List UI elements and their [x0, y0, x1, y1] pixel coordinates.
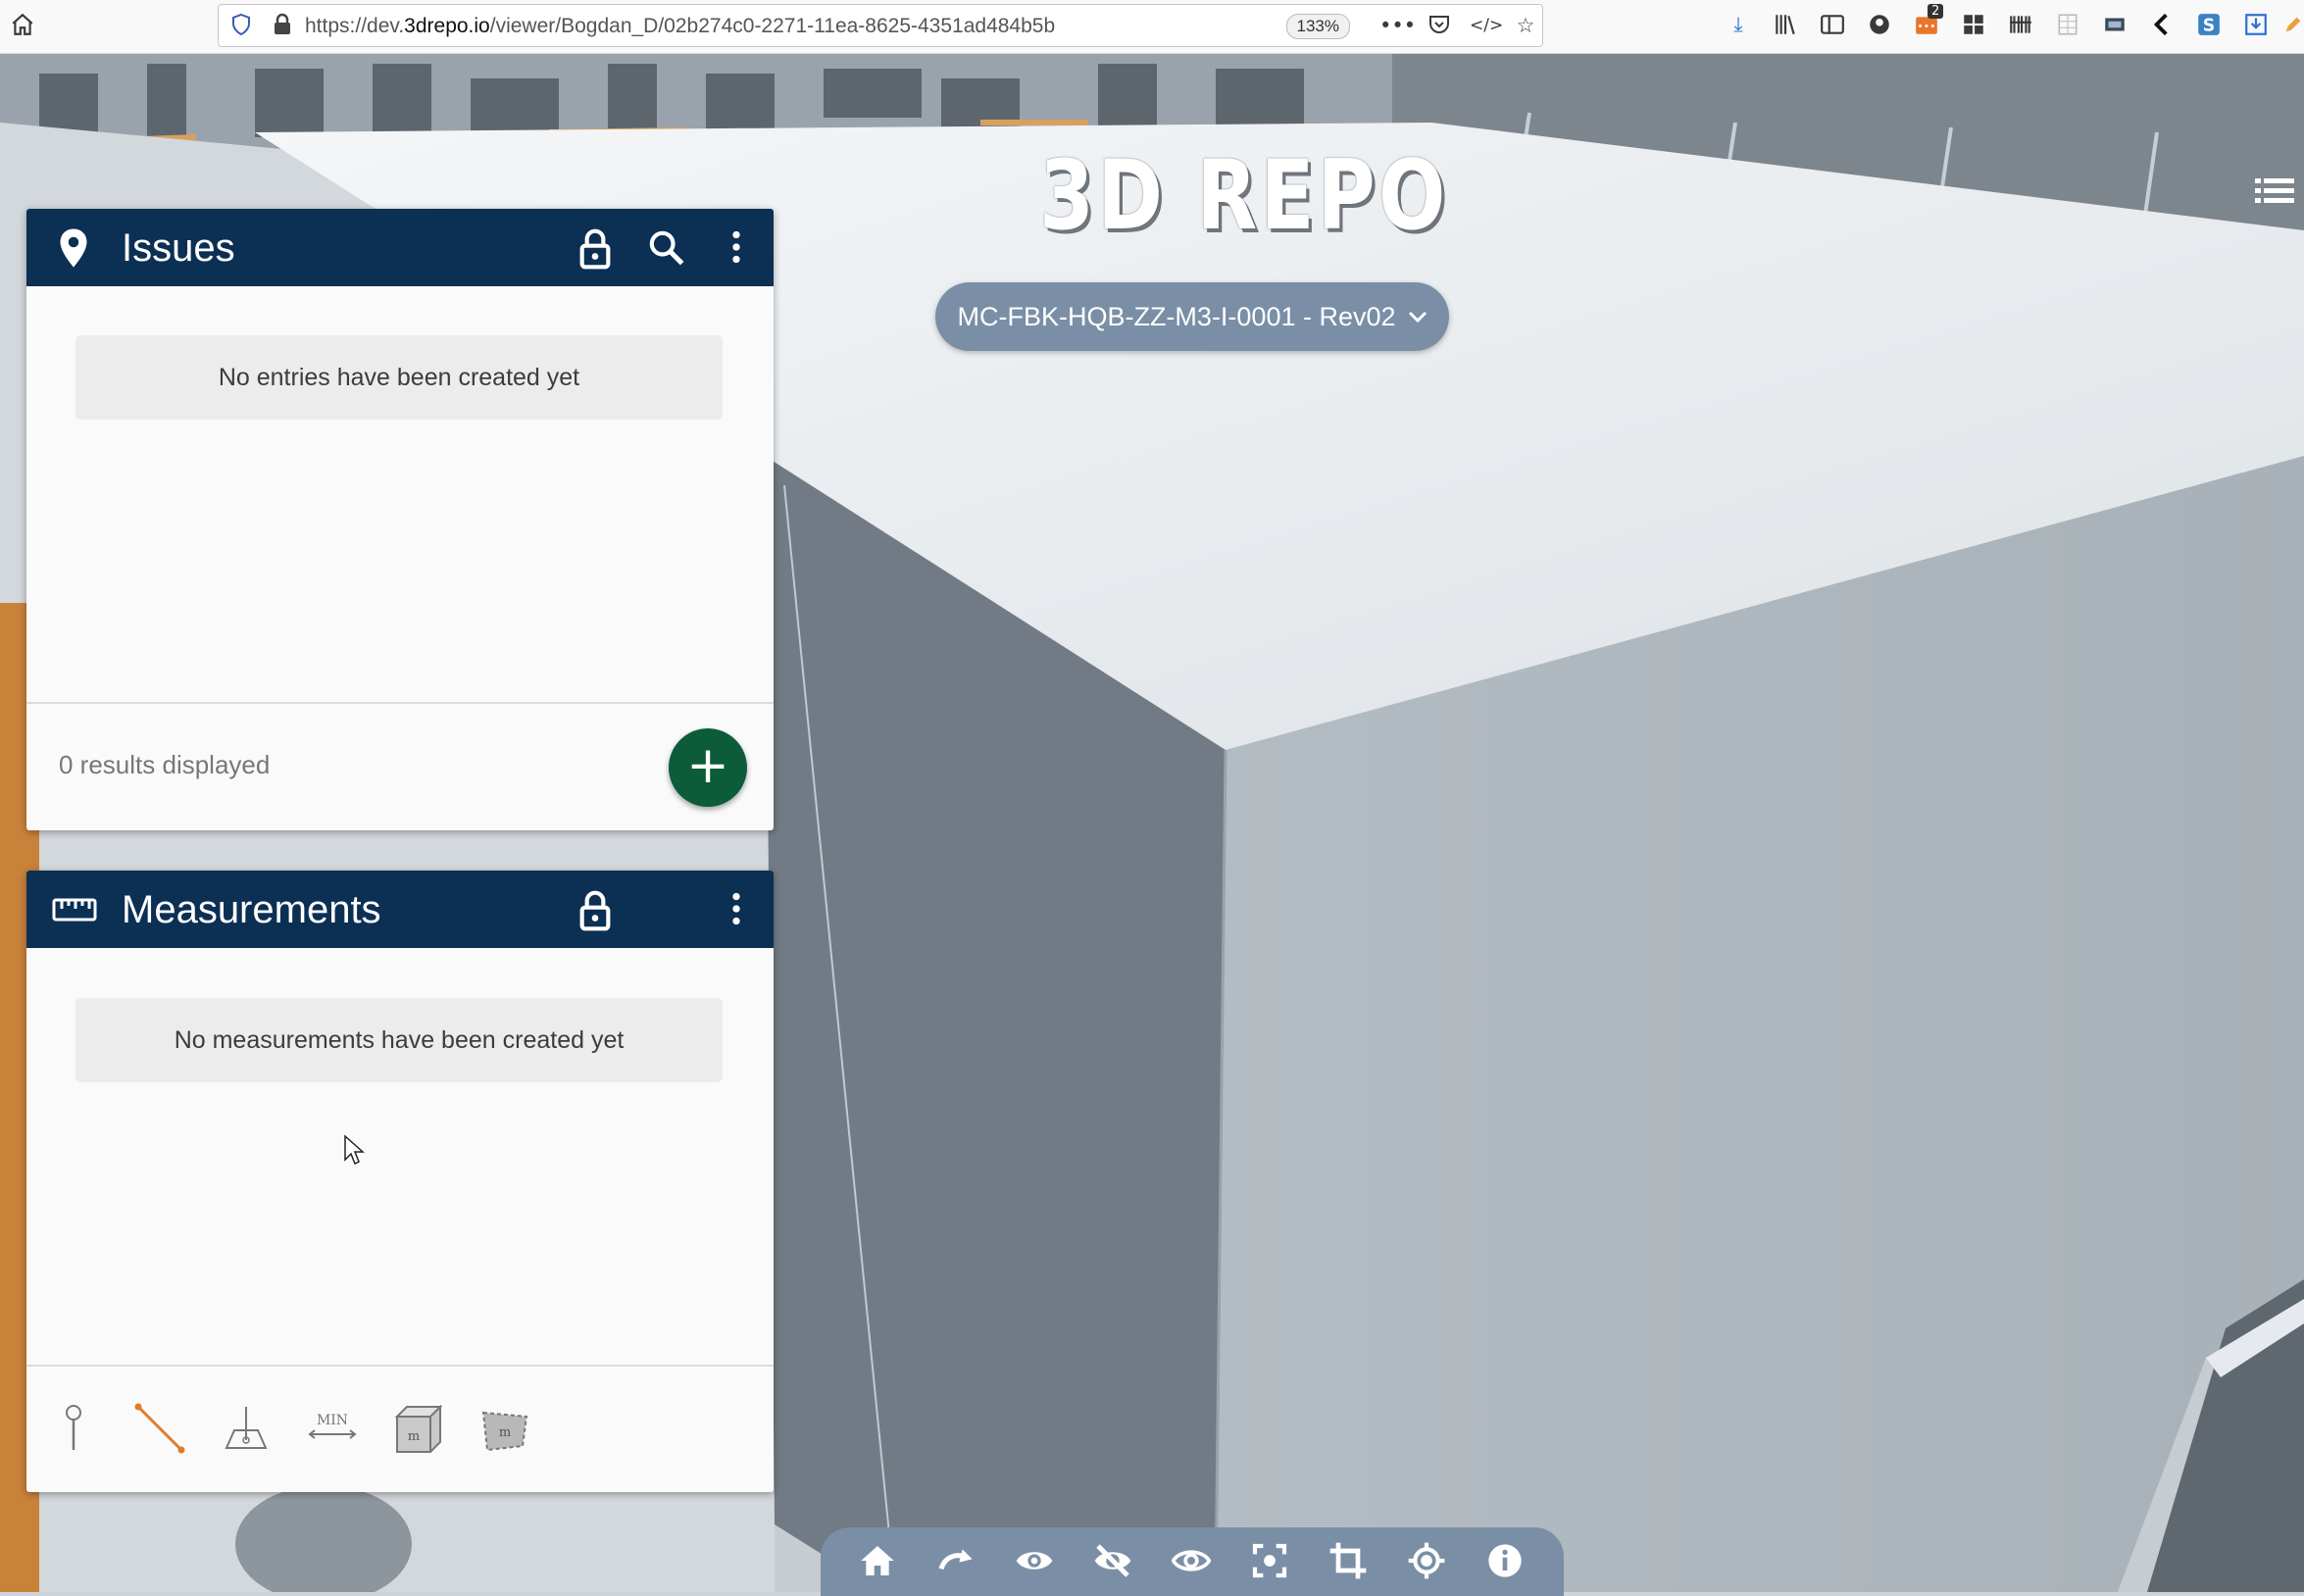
home-icon[interactable] — [10, 12, 35, 37]
polygon-unit-label: m — [499, 1425, 511, 1440]
download-icon[interactable]: ⤓ — [1726, 12, 1751, 37]
lock-open-icon[interactable] — [576, 889, 617, 931]
issues-title: Issues — [122, 226, 235, 270]
save-extension-icon[interactable] — [2243, 12, 2269, 37]
isolate-icon[interactable] — [1171, 1541, 1212, 1580]
locate-icon[interactable] — [1407, 1541, 1446, 1580]
measurements-panel: Measurements No measurements have been c… — [26, 871, 774, 1492]
grid-extension-icon[interactable] — [1961, 12, 1986, 37]
measurements-panel-header: Measurements — [26, 871, 774, 948]
issues-panel-header: Issues — [26, 209, 774, 286]
svg-text:•••: ••• — [1917, 20, 1935, 32]
chevron-down-icon — [1408, 305, 1427, 329]
svg-text:S: S — [2203, 17, 2215, 36]
mouse-cursor-icon — [343, 1134, 365, 1166]
home-icon[interactable] — [858, 1541, 897, 1580]
account-icon[interactable] — [1867, 12, 1892, 37]
min-distance-tool-icon[interactable]: MIN — [305, 1401, 360, 1456]
issues-panel: Issues No entries have been created yet … — [26, 209, 774, 830]
show-all-icon[interactable] — [1015, 1541, 1054, 1580]
location-pin-icon — [56, 227, 97, 269]
revision-selector[interactable]: MC-FBK-HQB-ZZ-M3-I-0001 - Rev02 — [935, 282, 1449, 351]
issues-empty-message: No entries have been created yet — [75, 335, 723, 420]
measurements-empty-message: No measurements have been created yet — [75, 998, 723, 1082]
main-menu-icon[interactable] — [2255, 176, 2294, 206]
extension-orange-icon[interactable]: ••• 2 — [1914, 4, 1944, 37]
zoom-level-badge[interactable]: 133% — [1285, 14, 1350, 39]
bookmark-star-icon[interactable]: ☆ — [1513, 13, 1538, 38]
results-count: 0 results displayed — [59, 750, 271, 779]
table-extension-icon[interactable] — [2055, 12, 2080, 37]
more-actions-icon[interactable]: ••• — [1379, 13, 1416, 38]
pocket-icon[interactable] — [1427, 13, 1452, 38]
more-options-icon[interactable] — [717, 889, 758, 930]
s-extension-icon[interactable]: S — [2196, 12, 2222, 37]
polygon-area-tool-icon[interactable]: m — [477, 1401, 532, 1456]
notification-badge: 2 — [1928, 4, 1944, 19]
viewer-toolbar — [821, 1527, 1564, 1596]
min-label: MIN — [317, 1413, 348, 1428]
library-icon[interactable] — [1773, 12, 1798, 37]
shield-icon[interactable] — [228, 13, 254, 38]
more-options-icon[interactable] — [717, 227, 758, 269]
browser-toolbar: https://dev.3drepo.io/viewer/Bogdan_D/02… — [0, 0, 2304, 54]
address-bar[interactable]: https://dev.3drepo.io/viewer/Bogdan_D/02… — [218, 4, 1543, 47]
info-icon[interactable] — [1485, 1541, 1525, 1580]
surface-unit-label: m — [408, 1429, 420, 1444]
measurements-title: Measurements — [122, 888, 381, 931]
clip-icon[interactable] — [1328, 1541, 1368, 1580]
revision-label: MC-FBK-HQB-ZZ-M3-I-0001 - Rev02 — [957, 301, 1396, 331]
lock-open-icon[interactable] — [576, 227, 617, 270]
screen-extension-icon[interactable] — [2102, 12, 2128, 37]
perpendicular-tool-icon[interactable] — [219, 1401, 274, 1456]
search-icon[interactable] — [646, 227, 687, 269]
code-icon[interactable]: </> — [1470, 13, 1503, 38]
focus-icon[interactable] — [1250, 1541, 1289, 1580]
point-tool-icon[interactable] — [46, 1401, 101, 1456]
hide-icon[interactable] — [1093, 1541, 1132, 1580]
pencil-extension-icon[interactable] — [2280, 12, 2304, 37]
issues-footer: 0 results displayed + — [26, 702, 774, 830]
back-chevron-icon[interactable] — [2149, 12, 2175, 37]
surface-area-tool-icon[interactable]: m — [391, 1401, 446, 1456]
turntable-icon[interactable] — [936, 1541, 976, 1580]
measurement-tools-bar: MIN m m — [26, 1365, 774, 1492]
add-issue-button[interactable]: + — [669, 728, 747, 807]
lock-icon[interactable] — [270, 13, 295, 38]
ruler-icon — [52, 890, 99, 931]
sidebar-icon[interactable] — [1820, 12, 1845, 37]
url-text: https://dev.3drepo.io/viewer/Bogdan_D/02… — [305, 15, 1056, 37]
length-tool-icon[interactable] — [132, 1401, 187, 1456]
3d-repo-logo: 3D REPO — [1039, 140, 1449, 252]
barcode-icon[interactable] — [2008, 12, 2033, 37]
